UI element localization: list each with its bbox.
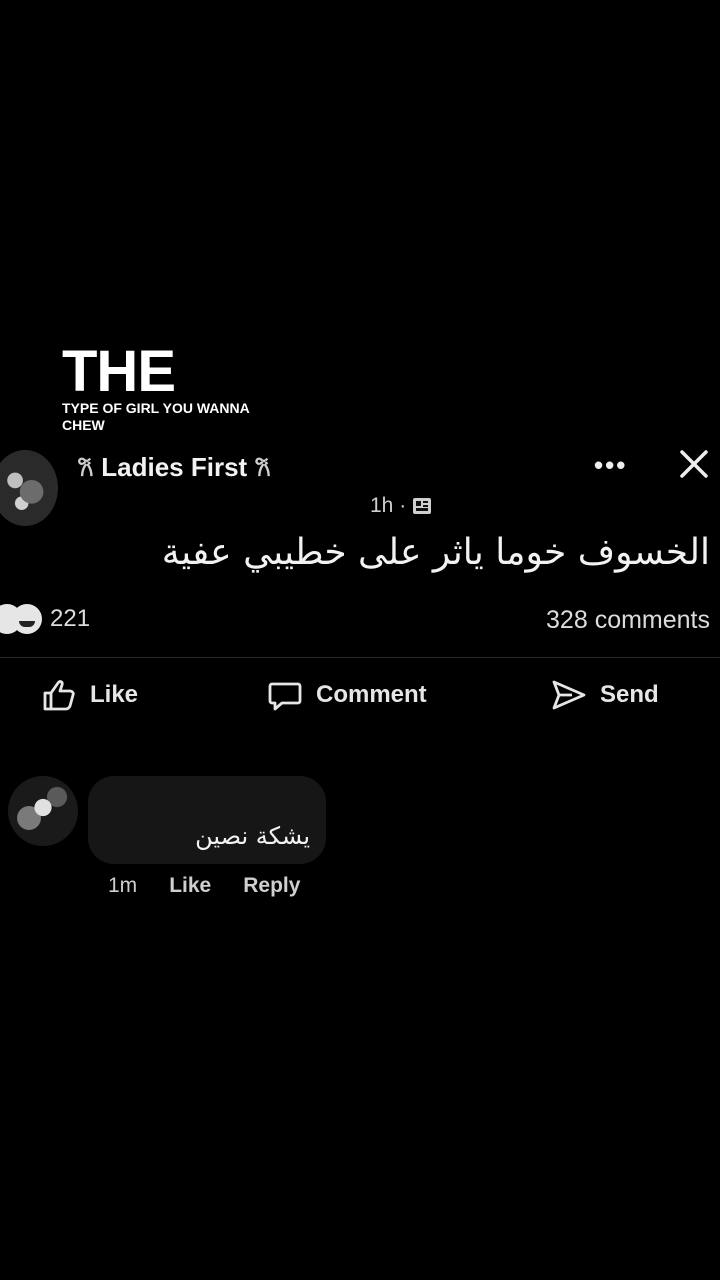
post-text: الخسوف خوما ياثر على خطيبي عفية — [161, 532, 710, 573]
reaction-count: 221 — [50, 605, 91, 632]
close-button[interactable] — [676, 446, 712, 482]
haha-reaction-icon — [12, 604, 42, 634]
like-button[interactable]: Like — [40, 672, 138, 718]
divider — [0, 657, 720, 658]
comment-text: يشكة نصين — [195, 822, 310, 850]
comment-bubble — [88, 776, 326, 864]
comment-actions: 1m Like Reply — [108, 874, 300, 898]
post-time: 1h · — [370, 494, 407, 517]
send-label: Send — [600, 681, 659, 708]
comment-button[interactable]: Comment — [266, 672, 427, 718]
like-label: Like — [90, 681, 139, 708]
close-icon — [680, 450, 708, 478]
butterfly-icon: 𐙚 — [255, 455, 271, 481]
more-options-button[interactable]: ••• — [594, 450, 627, 481]
comment-reply-button[interactable]: Reply — [243, 874, 300, 898]
page-name-label: Ladies First — [101, 452, 248, 482]
commenter-avatar[interactable] — [8, 776, 78, 846]
comment-time: 1m — [108, 874, 138, 897]
thumbs-up-icon — [43, 680, 75, 711]
overlay-subtitle: TYPE OF GIRL YOU WANNA CHEW — [62, 400, 250, 433]
butterfly-icon: 𐙚 — [78, 455, 94, 481]
comments-count[interactable]: 328 comments — [546, 606, 710, 635]
comment-like-button[interactable]: Like — [169, 874, 211, 898]
send-button[interactable]: Send — [550, 672, 659, 718]
post-meta: 1h · — [370, 494, 432, 518]
comment-label: Comment — [316, 681, 427, 708]
comment-icon — [268, 682, 302, 711]
send-icon — [552, 680, 586, 710]
overlay-title: THE — [62, 339, 176, 404]
reactions-summary[interactable]: 221 — [0, 604, 90, 634]
audience-icon — [413, 498, 432, 514]
page-avatar[interactable] — [0, 450, 58, 526]
page-name[interactable]: 𐙚 Ladies First 𐙚 — [78, 452, 270, 483]
